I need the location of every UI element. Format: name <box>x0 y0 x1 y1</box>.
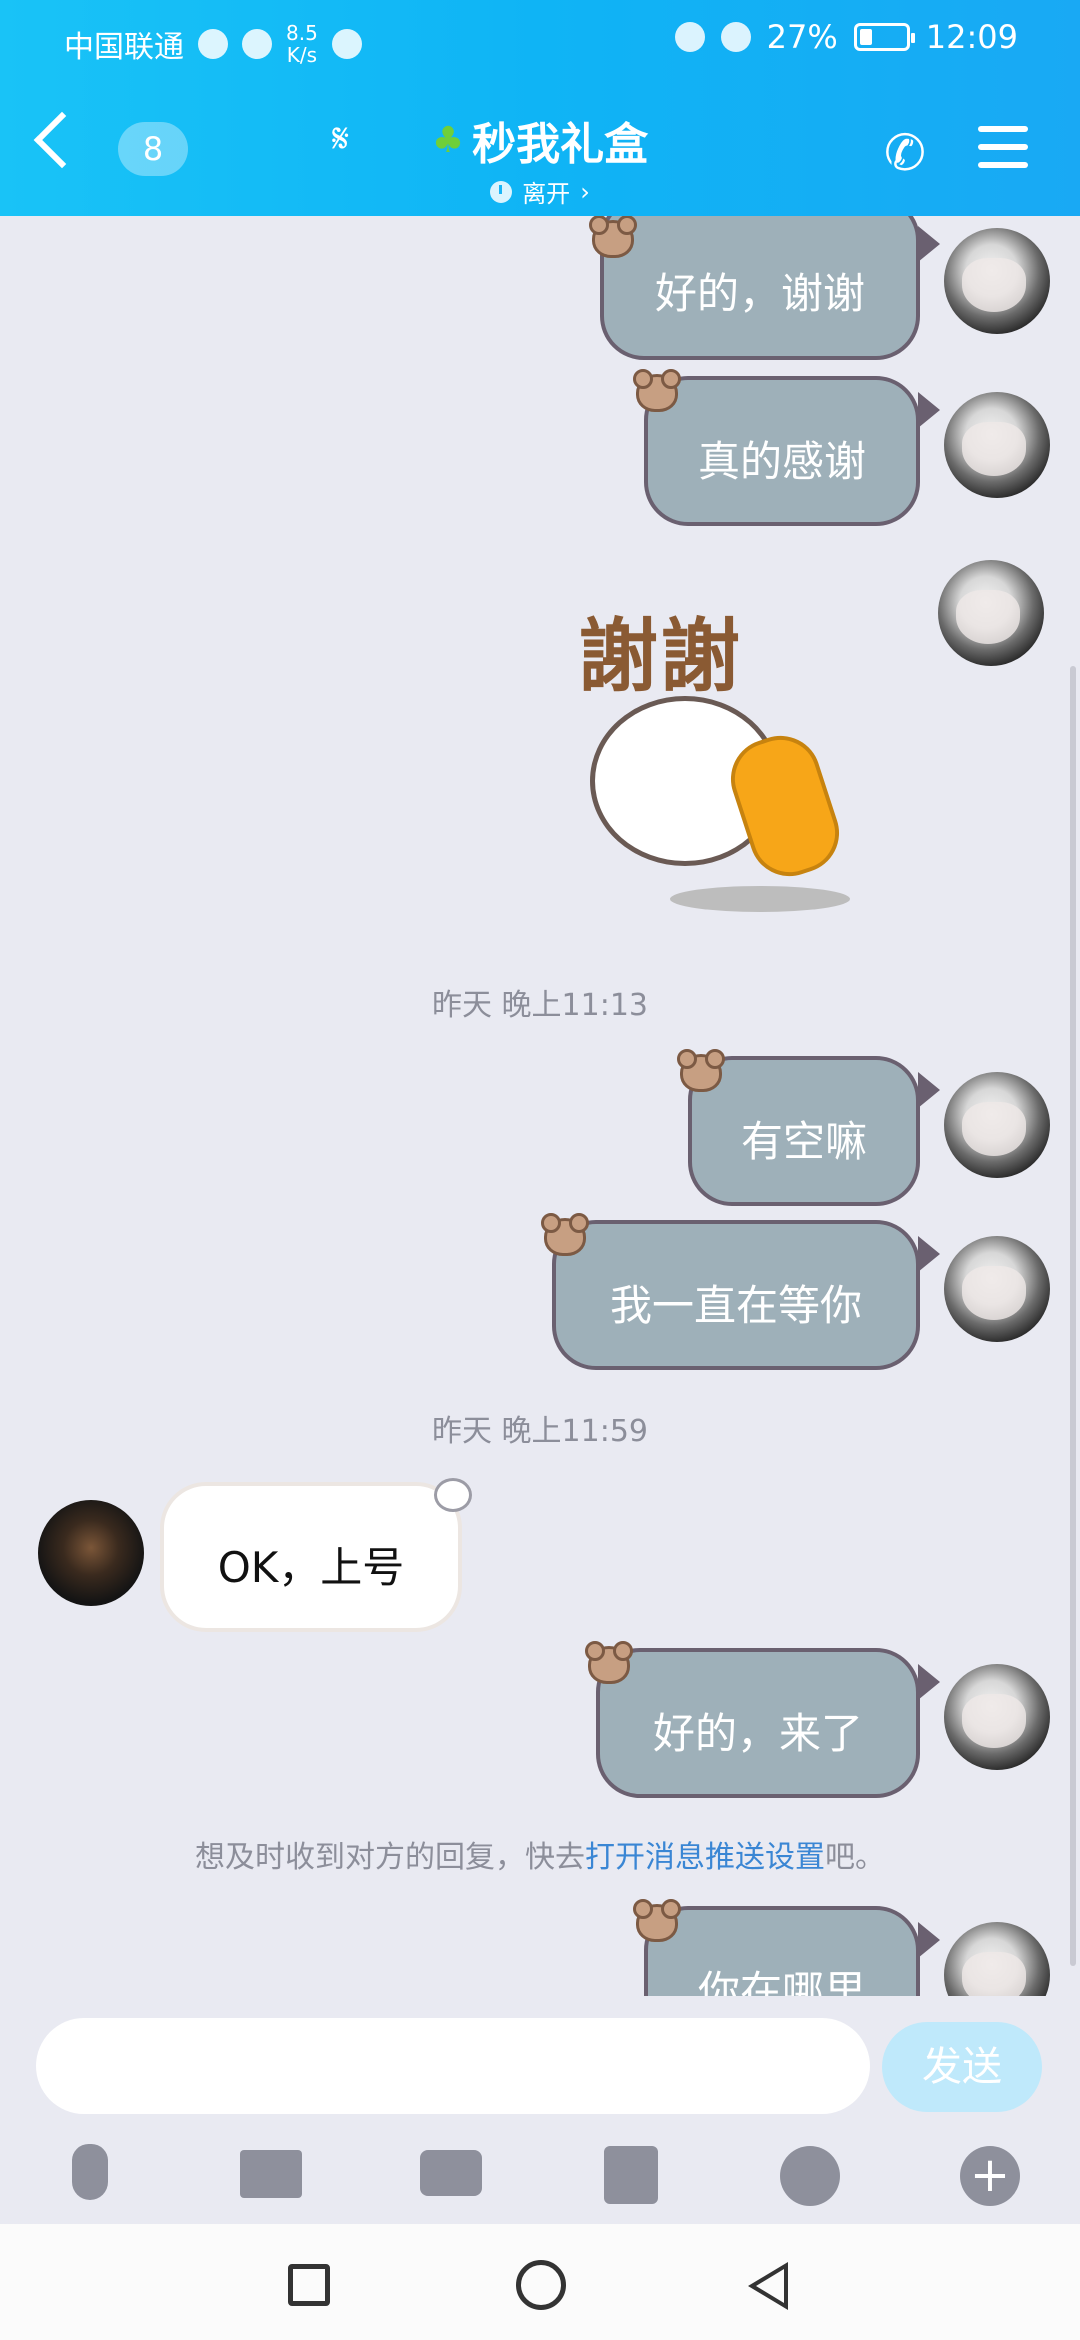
earbuds-icon <box>331 29 362 59</box>
recents-button[interactable] <box>288 2264 330 2306</box>
plus-icon[interactable]: + <box>960 2146 1020 2206</box>
battery-percent: 27% <box>766 18 838 56</box>
message-bubble-other[interactable]: OK，上号 <box>160 1482 462 1632</box>
signal-icon <box>198 29 228 59</box>
message-bubble-mine[interactable]: 有空嘛 <box>688 1056 920 1206</box>
send-button[interactable]: 发送 <box>882 2022 1042 2112</box>
menu-icon[interactable] <box>978 126 1028 168</box>
timestamp: 昨天 晚上11:13 <box>432 988 648 1023</box>
microphone-icon[interactable] <box>72 2144 108 2200</box>
sticker-image[interactable]: 謝謝 <box>570 586 890 946</box>
sprout-icon: ♣ <box>431 119 465 161</box>
avatar[interactable] <box>944 1922 1050 1996</box>
message-bubble-mine[interactable]: 好的，谢谢 <box>600 216 920 360</box>
avatar[interactable] <box>38 1500 144 1606</box>
bear-icon <box>585 1641 633 1684</box>
contact-title-area[interactable]: ♣ 秒我礼盒 离开 › <box>330 108 750 209</box>
system-nav-bar <box>0 2224 1080 2340</box>
emoji-icon[interactable] <box>780 2146 840 2206</box>
message-input[interactable] <box>36 2018 870 2114</box>
chevron-right-icon: › <box>580 177 590 206</box>
red-packet-icon[interactable] <box>604 2146 658 2204</box>
bunny-icon <box>434 1478 472 1512</box>
battery-icon <box>853 23 915 51</box>
avatar[interactable] <box>944 228 1050 334</box>
clock-time: 12:09 <box>925 18 1018 56</box>
bear-icon <box>541 1213 589 1256</box>
vibrate-icon <box>720 22 751 52</box>
avatar[interactable] <box>944 1236 1050 1342</box>
eye-comfort-icon <box>674 22 705 52</box>
input-bar: 发送 + <box>0 1996 1080 2224</box>
open-push-settings-link[interactable]: 打开消息推送设置 <box>585 1840 825 1875</box>
phone-icon[interactable]: ✆ <box>884 124 926 182</box>
presence-status: 离开 <box>522 180 571 208</box>
carrier-label: 中国联通 <box>64 30 184 65</box>
bear-icon <box>633 1899 681 1942</box>
timestamp: 昨天 晚上11:59 <box>432 1414 648 1449</box>
message-bubble-mine[interactable]: 好的，来了 <box>596 1648 920 1798</box>
status-bar: 中国联通 8.5 K/s 27% 12:09 <box>0 0 1080 80</box>
bear-icon <box>589 216 637 258</box>
net-speed: 8.5 K/s <box>286 21 318 67</box>
toolbar: + <box>0 2136 1080 2216</box>
message-bubble-mine[interactable]: 你在哪里 <box>644 1906 920 1996</box>
camera-icon[interactable] <box>420 2150 482 2196</box>
bear-icon <box>677 1049 725 1092</box>
avatar[interactable] <box>944 392 1050 498</box>
message-list[interactable]: 好的，谢谢 真的感谢 謝謝 昨天 晚上11:13 有空嘛 我一直在等你 昨天 晚… <box>0 216 1080 1996</box>
scrollbar[interactable] <box>1070 666 1076 1966</box>
unread-badge[interactable]: 8 <box>118 122 188 176</box>
avatar[interactable] <box>944 1072 1050 1178</box>
message-bubble-mine[interactable]: 真的感谢 <box>644 376 920 526</box>
contact-name: 秒我礼盒 <box>472 119 649 170</box>
push-settings-hint: 想及时收到对方的回复，快去打开消息推送设置吧。 <box>195 1840 885 1875</box>
avatar[interactable] <box>938 560 1044 666</box>
image-icon[interactable] <box>240 2150 302 2198</box>
bear-icon <box>633 369 681 412</box>
back-button[interactable] <box>748 2262 788 2310</box>
avatar[interactable] <box>944 1664 1050 1770</box>
back-icon[interactable] <box>33 111 91 169</box>
chat-header: 中国联通 8.5 K/s 27% 12:09 8 𝄋 ♣ 秒我礼盒 离开 › ✆ <box>0 0 1080 216</box>
home-button[interactable] <box>516 2260 566 2310</box>
network-4g-icon <box>242 29 272 59</box>
clock-icon <box>490 180 513 203</box>
message-bubble-mine[interactable]: 我一直在等你 <box>552 1220 920 1370</box>
